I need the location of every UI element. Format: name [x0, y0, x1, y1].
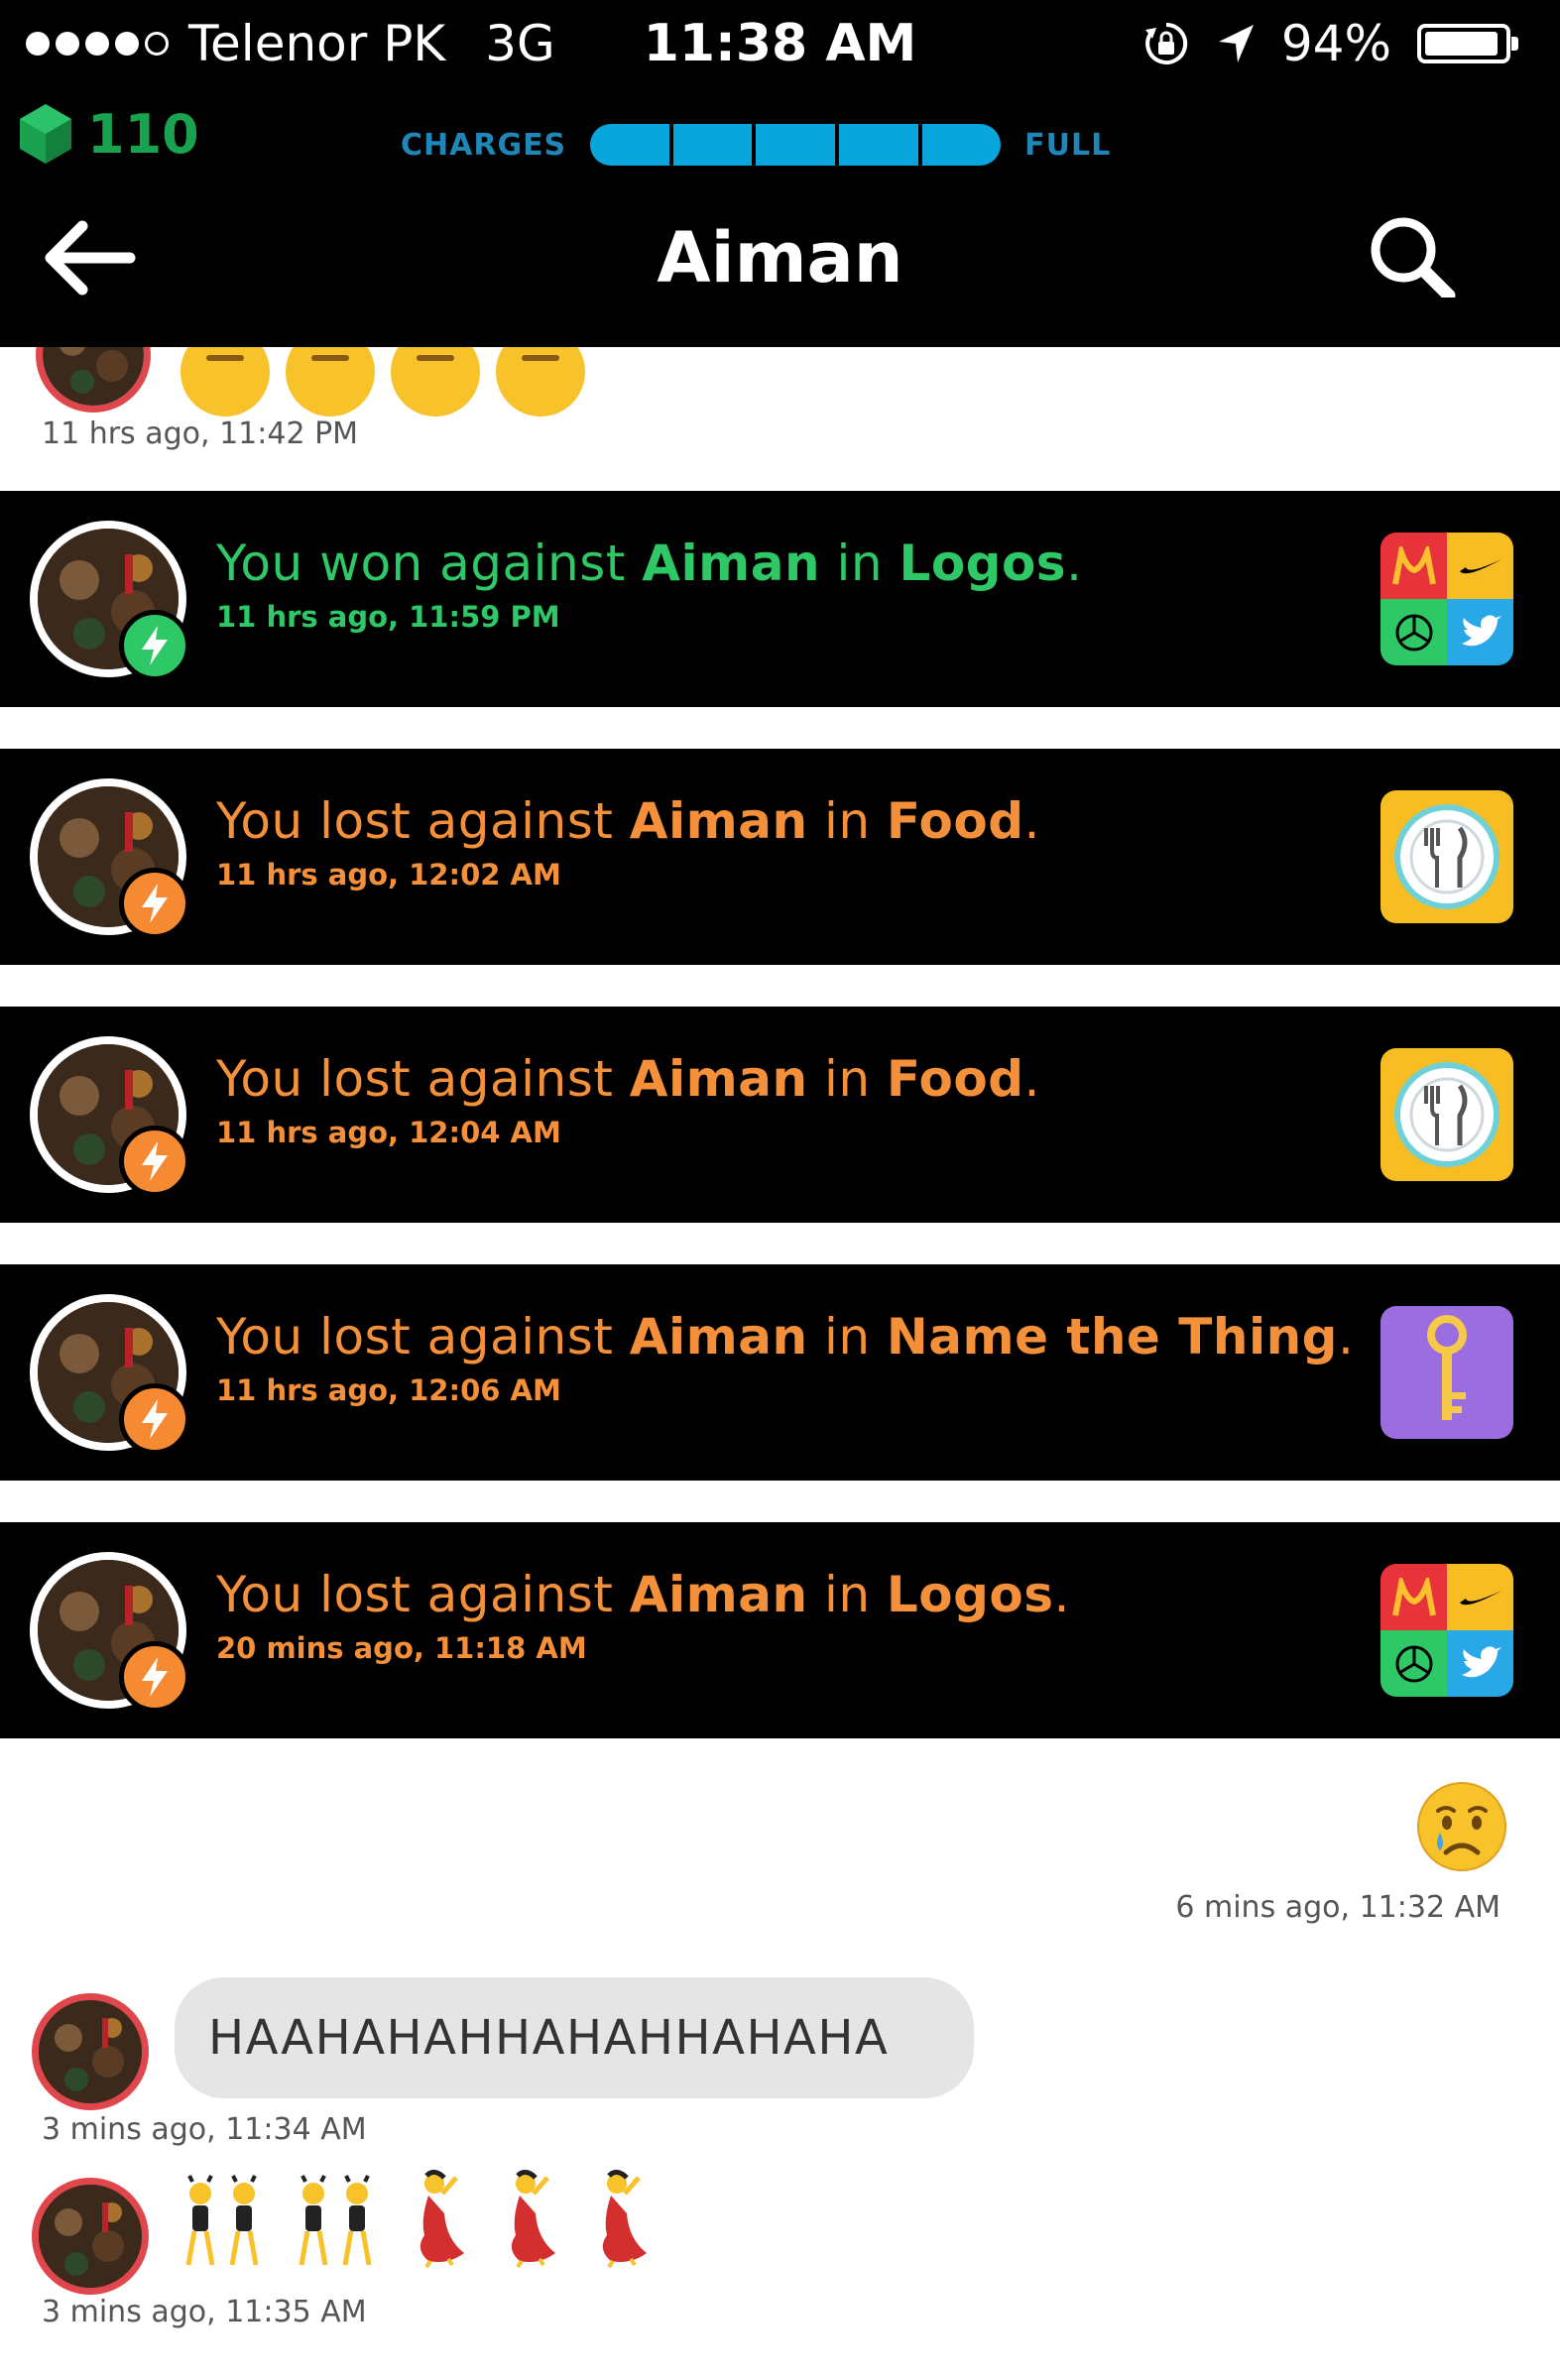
charges-full-label: FULL: [1024, 127, 1112, 163]
lightning-badge-icon: [119, 1641, 190, 1713]
chat-screen: Telenor PK 3G 11:38 AM 94% 110 CHARGES F…: [0, 0, 1560, 2380]
category-name: Food: [886, 792, 1024, 850]
category-name: Logos: [886, 1566, 1054, 1623]
gem-counter[interactable]: 110: [18, 99, 199, 169]
charge-segment: [921, 124, 1002, 166]
dancers-emoji: [299, 2175, 372, 2266]
lightning-badge-icon: [119, 1126, 190, 1197]
category-name: Name the Thing: [886, 1308, 1338, 1366]
emoji-message: [179, 2170, 657, 2269]
category-name: Food: [886, 1050, 1024, 1108]
logos-category-icon[interactable]: [1380, 533, 1513, 665]
charge-segment: [756, 124, 835, 166]
message-timestamp: 3 mins ago, 11:35 AM: [42, 2295, 367, 2329]
gem-count: 110: [87, 102, 199, 166]
status-bar-right: 94%: [1142, 14, 1518, 73]
opponent-name: Aiman: [629, 1566, 808, 1623]
nav-bar: Aiman: [0, 208, 1560, 307]
game-result-row[interactable]: You won against Aiman in Logos. 11 hrs a…: [0, 491, 1560, 707]
chat-bubble: HAAHAHAHHAHAHHAHAHA: [175, 1977, 974, 2098]
search-icon: [1371, 217, 1456, 302]
category-name: Logos: [899, 535, 1067, 592]
game-result-text: You lost against Aiman in Food.: [216, 792, 1040, 850]
game-result-row[interactable]: You lost against Aiman in Food. 11 hrs a…: [0, 749, 1560, 965]
charge-segment: [590, 124, 669, 166]
message-timestamp: 3 mins ago, 11:34 AM: [42, 2112, 367, 2147]
orientation-lock-icon: [1144, 22, 1187, 64]
charge-segment: [672, 124, 753, 166]
game-result-time: 20 mins ago, 11:18 AM: [216, 1631, 587, 1665]
conversation-title: Aiman: [657, 217, 903, 298]
message-timestamp: 11 hrs ago, 11:42 PM: [42, 416, 359, 451]
game-result-time: 11 hrs ago, 12:06 AM: [216, 1373, 561, 1407]
game-result-text: You won against Aiman in Logos.: [216, 535, 1083, 592]
charges-label: CHARGES: [401, 127, 567, 163]
game-result-time: 11 hrs ago, 12:02 AM: [216, 858, 561, 892]
game-result-text: You lost against Aiman in Name the Thing…: [216, 1308, 1355, 1366]
flamenco-dancer-emoji: [511, 2170, 555, 2269]
game-result-text: You lost against Aiman in Logos.: [216, 1566, 1070, 1623]
gem-icon: [20, 104, 71, 164]
battery-percent: 94%: [1280, 15, 1391, 72]
food-category-icon[interactable]: [1380, 790, 1513, 923]
game-result-time: 11 hrs ago, 12:04 AM: [216, 1116, 561, 1149]
logos-category-icon[interactable]: [1380, 1564, 1513, 1697]
game-result-text: You lost against Aiman in Food.: [216, 1050, 1040, 1108]
game-result-row[interactable]: You lost against Aiman in Food. 11 hrs a…: [0, 1007, 1560, 1223]
flamenco-dancer-emoji: [602, 2170, 647, 2269]
message-timestamp: 6 mins ago, 11:32 AM: [1175, 1890, 1500, 1925]
lightning-badge-icon: [119, 610, 190, 681]
opponent-name: Aiman: [629, 1050, 808, 1108]
lightning-badge-icon: [119, 868, 190, 939]
opponent-avatar[interactable]: [32, 1993, 149, 2110]
game-result-row[interactable]: You lost against Aiman in Logos. 20 mins…: [0, 1522, 1560, 1738]
battery-icon: [1417, 24, 1518, 63]
opponent-name: Aiman: [629, 1308, 808, 1366]
crying-face-emoji: [1417, 1782, 1506, 1871]
search-button[interactable]: [1366, 212, 1461, 307]
game-result-time: 11 hrs ago, 11:59 PM: [216, 600, 560, 634]
charge-segment: [838, 124, 918, 166]
charges-progress-bar: [590, 124, 1002, 166]
location-arrow-icon: [1218, 25, 1254, 62]
opponent-name: Aiman: [629, 792, 808, 850]
opponent-avatar[interactable]: [32, 2178, 149, 2295]
lightning-badge-icon: [119, 1383, 190, 1455]
game-result-row[interactable]: You lost against Aiman in Name the Thing…: [0, 1264, 1560, 1481]
app-header: Telenor PK 3G 11:38 AM 94% 110 CHARGES F…: [0, 0, 1560, 347]
name-the-thing-category-icon[interactable]: [1380, 1306, 1513, 1439]
charges-meter[interactable]: CHARGES FULL: [401, 121, 1111, 169]
dancers-emoji: [185, 2175, 259, 2266]
food-category-icon[interactable]: [1380, 1048, 1513, 1181]
opponent-name: Aiman: [642, 535, 821, 592]
flamenco-dancer-emoji: [420, 2170, 464, 2269]
